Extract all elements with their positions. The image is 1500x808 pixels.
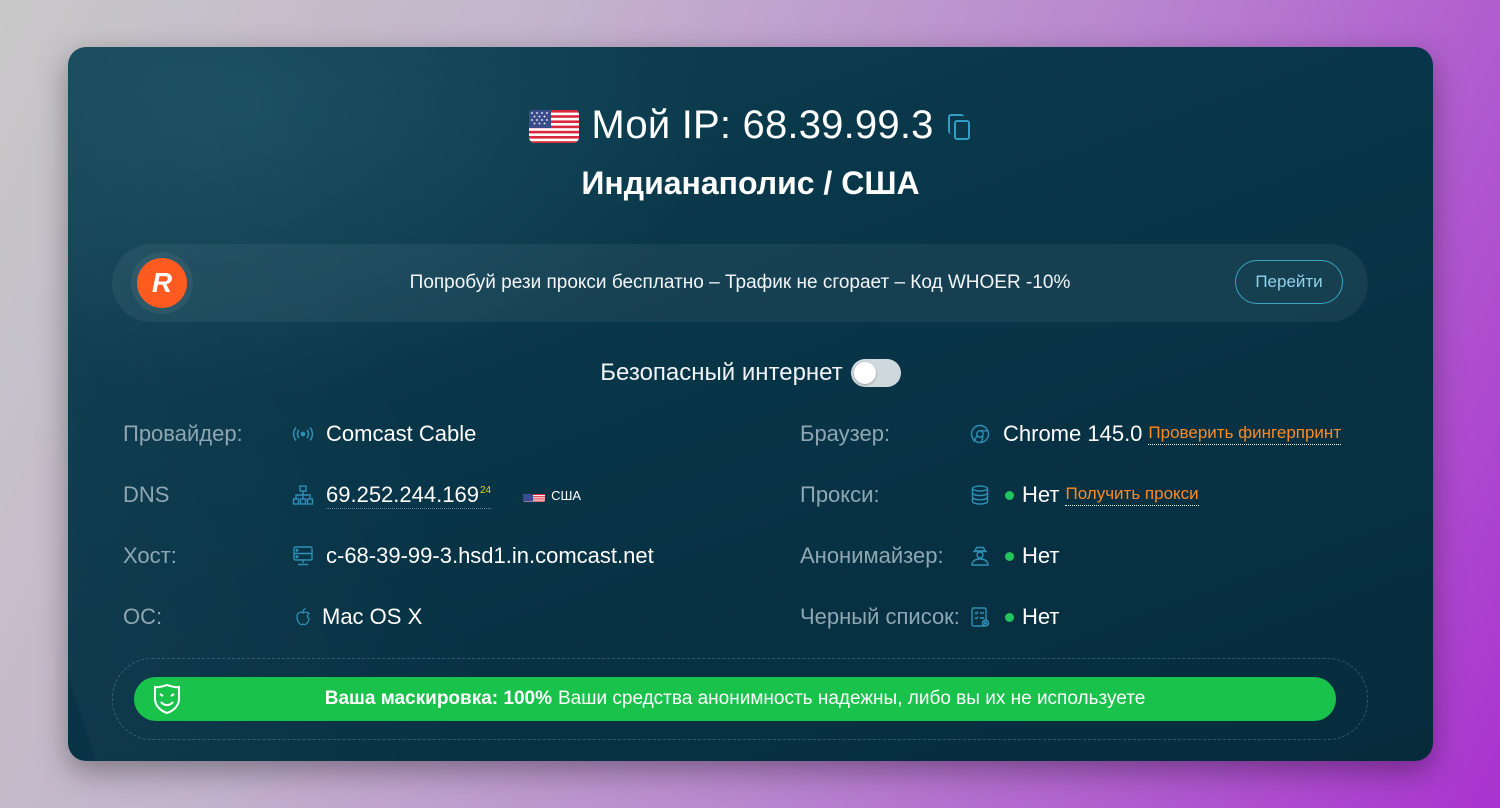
promo-go-button[interactable]: Перейти: [1235, 260, 1343, 304]
network-icon: [292, 484, 314, 506]
masking-status-container: Ваша маскировка: 100% Ваши средства анон…: [112, 658, 1368, 740]
dns-value[interactable]: 69.252.244.16924: [326, 481, 492, 509]
os-value: Mac OS X: [322, 604, 423, 629]
provider-label: Провайдер:: [123, 421, 243, 446]
dns-row: DNS: [123, 480, 169, 510]
antenna-icon: [292, 423, 314, 445]
safe-internet-label: Безопасный интернет: [600, 359, 843, 386]
host-value-row: c-68-39-99-3.hsd1.in.comcast.net: [292, 541, 654, 571]
provider-value-row: Comcast Cable: [292, 419, 476, 449]
dns-country: США: [551, 487, 582, 503]
anonymizer-value: Нет: [1022, 543, 1060, 568]
safe-internet-toggle[interactable]: [850, 359, 901, 387]
database-icon: [969, 484, 991, 506]
proxy-label: Прокси:: [800, 482, 880, 507]
mask-icon: [152, 683, 182, 715]
location-text: Индианаполис / США: [581, 165, 920, 201]
proxy-value: Нет: [1022, 482, 1060, 507]
dns-ip: 69.252.244.169: [326, 481, 479, 507]
apple-icon: [292, 606, 314, 628]
host-value: c-68-39-99-3.hsd1.in.comcast.net: [326, 543, 654, 568]
copy-icon[interactable]: [947, 113, 972, 142]
dns-value-row: 69.252.244.16924 США: [292, 480, 581, 510]
browser-label: Браузер:: [800, 421, 891, 446]
proxy-status-dot: [1005, 490, 1014, 500]
masking-status-bar: Ваша маскировка: 100% Ваши средства анон…: [134, 677, 1336, 721]
blacklist-label: Черный список:: [800, 604, 960, 629]
browser-row: Браузер:: [800, 419, 890, 449]
server-icon: [292, 545, 314, 567]
os-row: ОС:: [123, 602, 162, 632]
anonymizer-label: Анонимайзер:: [800, 543, 944, 568]
os-value-row: Mac OS X: [292, 602, 422, 632]
safe-internet-row: Безопасный интернет: [68, 359, 1433, 387]
blacklist-value: Нет: [1022, 604, 1060, 629]
masking-percent: Ваша маскировка: 100%: [324, 688, 552, 709]
us-flag-icon: [529, 109, 580, 143]
get-proxy-link[interactable]: Получить прокси: [1065, 484, 1199, 506]
my-ip-text: Мой IP: 68.39.99.3: [591, 103, 934, 147]
proxy-value-row: Нет Получить прокси: [969, 480, 1199, 510]
browser-value-row: Chrome 145.0 Проверить фингерпринт: [969, 419, 1342, 449]
chrome-icon: [969, 423, 991, 445]
blacklist-value-row: Нет: [969, 602, 1059, 632]
user-incognito-icon: [969, 545, 991, 567]
os-label: ОС:: [123, 604, 163, 629]
promo-text: Попробуй рези прокси бесплатно – Трафик …: [409, 272, 1071, 293]
provider-value: Comcast Cable: [326, 421, 477, 446]
anonymizer-row: Анонимайзер:: [800, 541, 944, 571]
masking-description: Ваши средства анонимность надежны, либо …: [558, 688, 1146, 709]
ip-header: Мой IP: 68.39.99.3: [68, 103, 1433, 148]
check-fingerprint-link[interactable]: Проверить фингерпринт: [1148, 423, 1342, 445]
host-label: Хост:: [123, 543, 177, 568]
promo-banner: R Попробуй рези прокси бесплатно – Трафи…: [112, 244, 1368, 322]
provider-row: Провайдер:: [123, 419, 243, 449]
us-flag-small-icon: [523, 488, 546, 502]
dns-label: DNS: [123, 482, 170, 507]
anonymizer-value-row: Нет: [969, 541, 1059, 571]
blacklist-status-dot: [1005, 612, 1014, 622]
proxy-row: Прокси:: [800, 480, 880, 510]
checklist-icon: [969, 606, 991, 628]
host-row: Хост:: [123, 541, 177, 571]
ip-info-card: Мой IP: 68.39.99.3 Индианаполис / США R …: [68, 47, 1433, 761]
browser-value: Chrome 145.0: [1003, 421, 1143, 446]
blacklist-row: Черный список:: [800, 602, 960, 632]
anonymizer-status-dot: [1005, 551, 1014, 561]
dns-count: 24: [479, 485, 492, 497]
